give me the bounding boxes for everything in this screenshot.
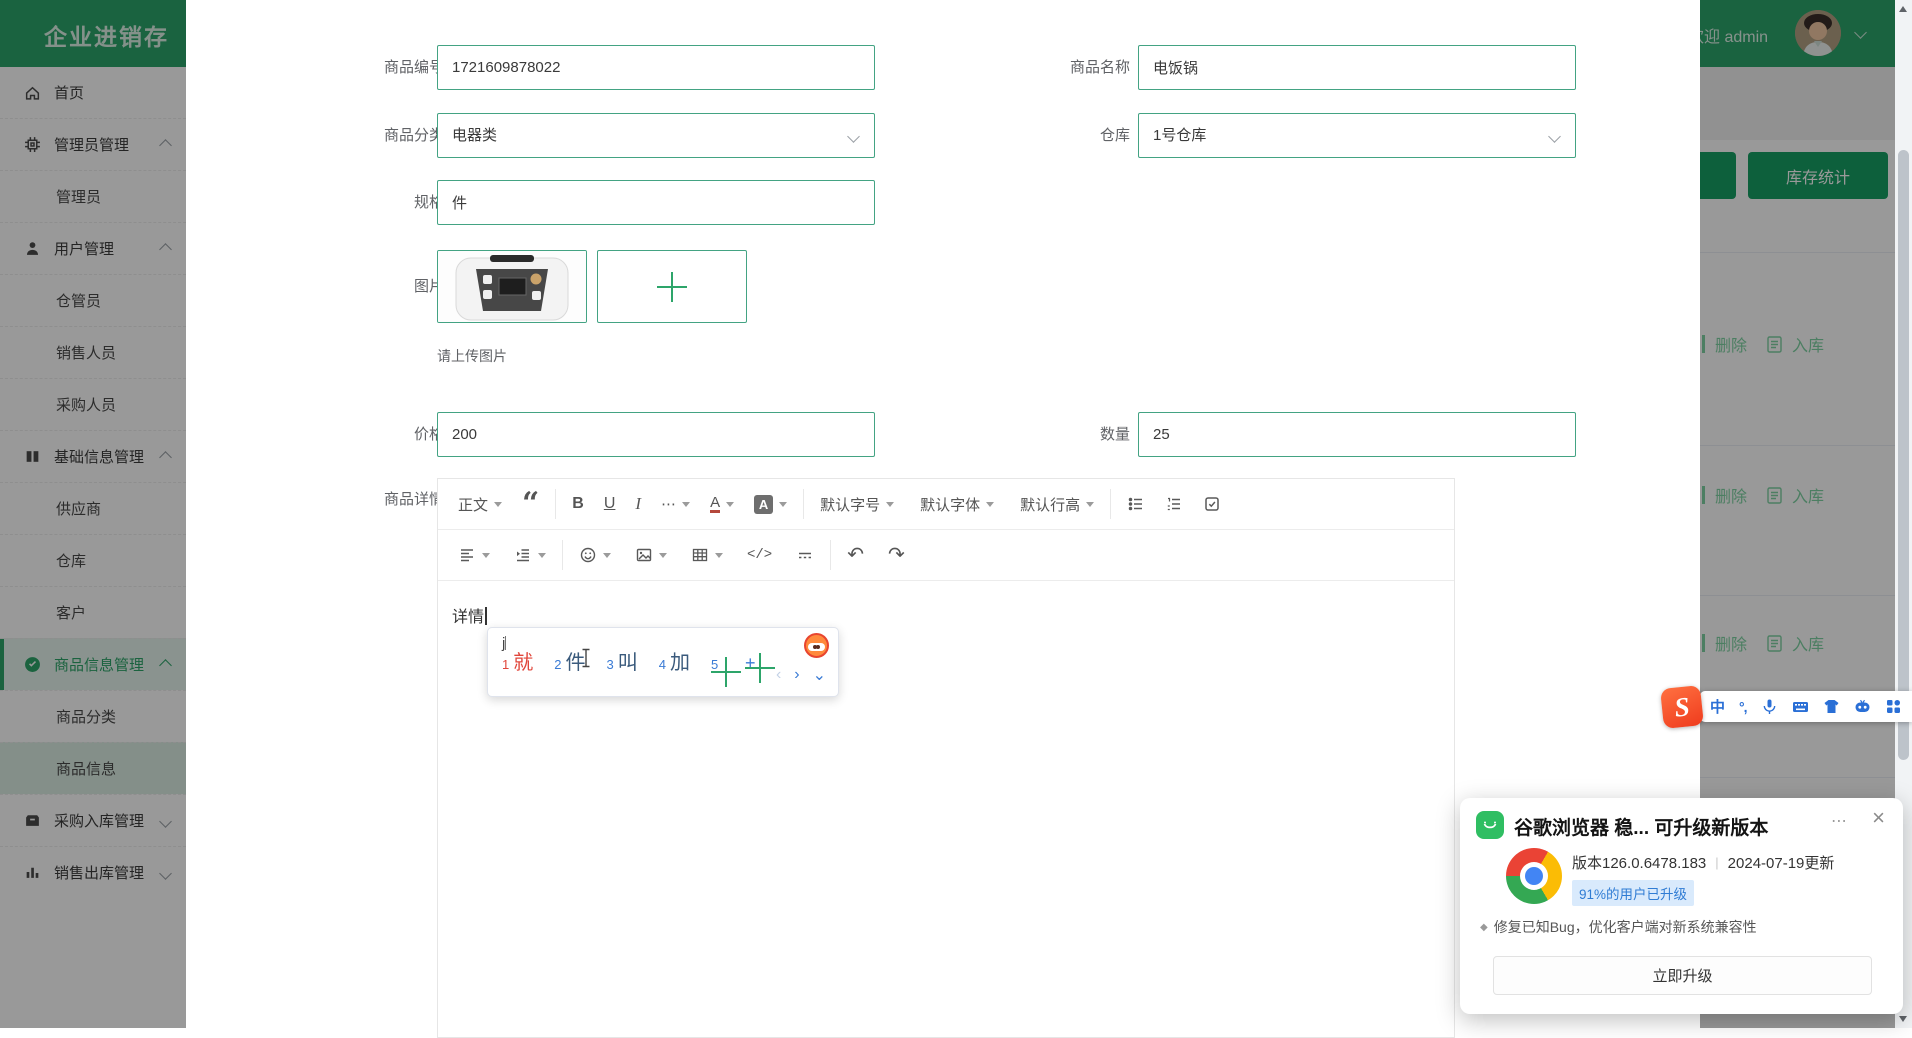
price-input[interactable] <box>437 412 875 457</box>
category-value: 电器类 <box>452 127 497 144</box>
sogou-toolbar: 中 °, <box>1700 691 1912 722</box>
ordered-list-button[interactable] <box>1165 495 1183 513</box>
undo-button[interactable]: ↶ <box>847 546 864 564</box>
microphone-icon[interactable] <box>1761 698 1778 715</box>
chrome-logo <box>1506 848 1562 904</box>
ime-candidate[interactable]: 5+ <box>711 653 775 687</box>
notification-title: 谷歌浏览器 稳... 可升级新版本 <box>1514 813 1768 840</box>
ime-expand-icon[interactable]: ⌄ <box>813 665 826 685</box>
text-cursor <box>580 648 592 668</box>
category-label: 商品分类 <box>314 113 444 158</box>
adoption-badge: 91%的用户已升级 <box>1572 880 1694 906</box>
product-name-input[interactable] <box>1138 45 1576 90</box>
emoji-game-icon[interactable] <box>1854 698 1871 715</box>
warehouse-label: 仓库 <box>1000 113 1130 158</box>
ime-candidate[interactable]: 4加 <box>659 646 690 675</box>
divider: | <box>1715 855 1718 870</box>
toolbox-grid-icon[interactable] <box>1885 698 1902 715</box>
spec-label: 规格 <box>314 180 444 225</box>
product-no-input[interactable] <box>437 45 875 90</box>
warehouse-value: 1号仓库 <box>1153 127 1206 144</box>
italic-button[interactable]: I <box>635 494 641 514</box>
editor-toolbar-row1: 正文 “ B U I ⋯ A A 默认字号 默认字体 默认行高 <box>438 479 1454 530</box>
task-list-button[interactable] <box>1203 495 1221 513</box>
close-icon[interactable]: × <box>1872 805 1885 831</box>
product-no-label: 商品编号 <box>314 45 444 90</box>
editor-toolbar-row2: </> ↶ ↷ <box>438 530 1454 581</box>
table-dropdown[interactable] <box>691 546 723 564</box>
redo-button[interactable]: ↷ <box>888 546 905 564</box>
sogou-logo[interactable]: S <box>1660 685 1704 729</box>
plus-icon <box>598 251 746 322</box>
sogou-logo-letter: S <box>1673 691 1691 723</box>
quantity-label: 数量 <box>1000 412 1130 457</box>
quantity-input[interactable] <box>1138 412 1576 457</box>
app-store-icon <box>1476 811 1504 839</box>
ime-nav: ‹ › ⌄ <box>776 665 826 685</box>
chrome-update-notification: 谷歌浏览器 稳... 可升级新版本 ⋯ × 版本126.0.6478.183 |… <box>1460 798 1903 1014</box>
blockquote-button[interactable]: “ <box>522 495 539 513</box>
font-size-dropdown[interactable]: 默认字号 <box>820 494 894 515</box>
bold-button[interactable]: B <box>572 495 584 513</box>
line-height-dropdown[interactable]: 默认行高 <box>1020 494 1094 515</box>
bullet-list-button[interactable] <box>1127 495 1145 513</box>
category-select[interactable]: 电器类 <box>437 113 875 158</box>
ime-next-page-icon[interactable]: › <box>794 666 799 684</box>
indent-dropdown[interactable] <box>514 546 546 564</box>
ime-candidate-window: j 1就 2件 3叫 4加 5+ ‹ › ⌄ <box>487 627 839 697</box>
more-styles-dropdown[interactable]: ⋯ <box>661 495 690 513</box>
upgrade-now-button[interactable]: 立即升级 <box>1493 956 1872 995</box>
scrollbar-thumb[interactable] <box>1898 150 1909 760</box>
scroll-down-arrow[interactable] <box>1899 1016 1907 1022</box>
punctuation-icon[interactable]: °, <box>1739 699 1747 715</box>
sogou-mascot-icon[interactable] <box>804 633 829 658</box>
chevron-down-icon <box>847 130 860 143</box>
underline-button[interactable]: U <box>604 495 616 513</box>
spec-input[interactable] <box>437 180 875 225</box>
emoji-dropdown[interactable] <box>579 546 611 564</box>
keyboard-icon[interactable] <box>1792 698 1809 715</box>
warehouse-select[interactable]: 1号仓库 <box>1138 113 1576 158</box>
font-family-dropdown[interactable]: 默认字体 <box>920 494 994 515</box>
skin-icon[interactable] <box>1823 698 1840 715</box>
product-image-thumbnail[interactable] <box>437 250 587 323</box>
ime-candidate[interactable]: 3叫 <box>606 646 637 675</box>
image-upload-button[interactable] <box>597 250 747 323</box>
bg-color-dropdown[interactable]: A <box>754 495 787 514</box>
paragraph-style-dropdown[interactable]: 正文 <box>458 494 502 515</box>
product-name-label: 商品名称 <box>1000 45 1130 90</box>
detail-label: 商品详情 <box>314 490 444 510</box>
font-color-dropdown[interactable]: A <box>710 495 734 513</box>
chinese-mode-icon[interactable]: 中 <box>1710 696 1725 717</box>
update-date: 2024-07-19更新 <box>1728 852 1835 873</box>
upload-hint: 请上传图片 <box>437 346 507 366</box>
chevron-down-icon <box>1548 130 1561 143</box>
align-dropdown[interactable] <box>458 546 490 564</box>
detail-text: 详情 <box>452 609 484 626</box>
price-label: 价格 <box>314 412 444 457</box>
bullet-icon: ◆ <box>1480 922 1488 933</box>
release-note: ◆修复已知Bug，优化客户端对新系统兼容性 <box>1480 917 1757 937</box>
version-row: 版本126.0.6478.183 | 2024-07-19更新 <box>1572 852 1834 873</box>
code-button[interactable]: </> <box>747 547 772 563</box>
image-label: 图片 <box>314 264 444 309</box>
horizontal-rule-button[interactable] <box>796 546 814 564</box>
rich-text-editor: 正文 “ B U I ⋯ A A 默认字号 默认字体 默认行高 <box>437 478 1455 1038</box>
version-text: 版本126.0.6478.183 <box>1572 852 1706 873</box>
text-caret <box>485 607 487 625</box>
ime-prev-page-icon[interactable]: ‹ <box>776 666 781 684</box>
scroll-up-arrow[interactable] <box>1899 6 1907 12</box>
more-options-icon[interactable]: ⋯ <box>1831 811 1849 831</box>
image-dropdown[interactable] <box>635 546 667 564</box>
ime-candidates: 1就 2件 3叫 4加 5+ <box>502 646 775 687</box>
rice-cooker-image <box>438 251 586 322</box>
ime-candidate[interactable]: 1就 <box>502 646 533 675</box>
